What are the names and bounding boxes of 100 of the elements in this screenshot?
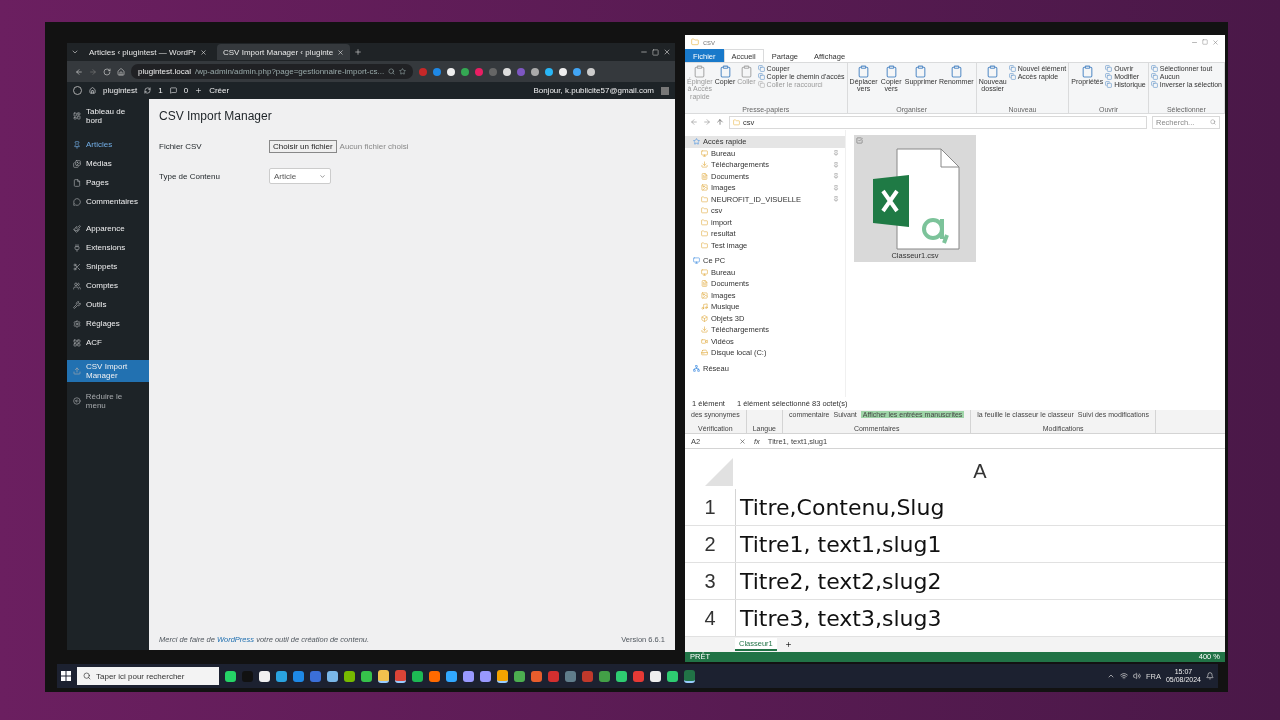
greeting-link[interactable]: Bonjour, k.publicite57@gmail.com <box>533 86 654 95</box>
menu-icon <box>73 319 81 328</box>
checkbox-icon[interactable] <box>856 137 863 144</box>
updates-icon <box>144 87 152 94</box>
close-icon[interactable] <box>337 48 345 56</box>
field-label: Type de Contenu <box>159 171 221 181</box>
pin-icon <box>833 173 839 180</box>
menu-item[interactable]: Apparence <box>67 219 149 238</box>
app-icon[interactable] <box>463 670 474 682</box>
choose-file-button[interactable]: Choisir un fichier <box>269 139 337 153</box>
menu-item[interactable]: Pages <box>67 173 149 192</box>
app-icon[interactable] <box>259 670 270 682</box>
comments-count[interactable]: 0 <box>183 86 189 95</box>
browser-tab[interactable]: Articles ‹ plugintest — WordPr <box>83 44 213 60</box>
menu-item[interactable]: Extensions <box>67 238 149 257</box>
menu-item[interactable]: Réglages <box>67 314 149 333</box>
search-field[interactable]: Taper ici pour rechercher <box>77 667 219 685</box>
menu-item[interactable]: ACF <box>67 333 149 352</box>
menu-item[interactable]: Snippets <box>67 257 149 276</box>
app-icon[interactable] <box>616 670 627 682</box>
menu-icon <box>73 140 81 149</box>
column-header[interactable]: A <box>735 459 1225 483</box>
up-icon[interactable] <box>716 118 724 126</box>
notification-icon[interactable] <box>1206 672 1214 680</box>
search-icon <box>1210 119 1216 125</box>
menu-item[interactable]: Commentaires <box>67 192 149 211</box>
app-icon[interactable] <box>446 670 457 682</box>
menu-item[interactable]: CSV Import Manager <box>67 360 149 382</box>
menu-icon <box>73 224 81 233</box>
network-icon <box>693 364 700 372</box>
collapse-menu-button[interactable]: Réduire le menu <box>67 390 149 412</box>
menu-icon <box>73 367 81 375</box>
clipboard-icon <box>739 65 753 78</box>
row-header[interactable]: 1 <box>685 495 735 519</box>
app-icon[interactable] <box>650 670 661 682</box>
content-type-select[interactable]: Article <box>269 168 331 184</box>
maximize-icon[interactable] <box>652 48 659 56</box>
menu-icon <box>73 281 81 290</box>
avatar-icon[interactable] <box>661 86 669 95</box>
clipboard-icon <box>949 65 963 78</box>
file-status: Aucun fichier choisi <box>339 141 409 151</box>
browser-tab[interactable]: CSV Import Manager ‹ pluginte <box>217 44 351 60</box>
pin-icon <box>833 196 839 203</box>
field-label: Fichier CSV <box>159 141 203 151</box>
home-icon <box>89 87 96 94</box>
volume-icon[interactable] <box>1132 672 1141 680</box>
menu-icon <box>73 338 81 347</box>
add-sheet-icon[interactable] <box>784 640 792 648</box>
app-icon[interactable] <box>327 670 338 682</box>
app-icon[interactable] <box>276 670 287 682</box>
comments-icon <box>169 87 177 94</box>
row-header[interactable]: 4 <box>685 606 735 630</box>
chevron-icon <box>319 172 326 180</box>
menu-item[interactable]: Médias <box>67 154 149 173</box>
table-cell: Titre2, text2,slug2 <box>735 563 1225 600</box>
table-cell: Titre1, text1,slug1 <box>735 526 1225 563</box>
back-icon[interactable] <box>75 67 83 76</box>
clipboard-icon <box>914 65 928 78</box>
plus-icon <box>195 87 203 94</box>
home-icon[interactable] <box>117 67 125 76</box>
app-icon[interactable] <box>395 669 406 683</box>
chevron-icon[interactable] <box>1106 672 1115 680</box>
menu-icon <box>73 300 81 309</box>
app-icon[interactable] <box>480 670 491 682</box>
app-icon[interactable] <box>344 670 355 682</box>
star-icon <box>693 138 700 146</box>
app-icon[interactable] <box>667 670 678 682</box>
clipboard-icon <box>857 65 871 78</box>
wifi-icon[interactable] <box>1119 672 1128 680</box>
app-icon[interactable] <box>225 670 236 682</box>
star-icon[interactable] <box>399 68 407 75</box>
menu-item[interactable]: Comptes <box>67 276 149 295</box>
menu-icon <box>73 112 81 120</box>
cancel-icon[interactable] <box>739 437 746 445</box>
address-field[interactable]: plugintest.local /wp-admin/admin.php?page=gestionnaire-import-cs... <box>131 64 414 79</box>
app-icon[interactable] <box>412 670 423 682</box>
search-icon <box>388 68 396 75</box>
updates-count[interactable]: 1 <box>158 86 163 95</box>
row-header[interactable]: 2 <box>685 532 735 556</box>
row-header[interactable]: 3 <box>685 569 735 593</box>
app-icon[interactable] <box>361 670 372 682</box>
pin-icon <box>833 161 839 168</box>
close-icon[interactable] <box>663 48 671 56</box>
menu-item[interactable]: Tableau de bord <box>67 105 149 127</box>
app-icon[interactable] <box>514 670 525 682</box>
menu-item[interactable]: Outils <box>67 295 149 314</box>
window-title: csv <box>703 37 715 47</box>
app-icon[interactable] <box>497 669 508 683</box>
site-link[interactable]: plugintest <box>103 86 138 95</box>
reload-icon[interactable] <box>103 67 111 76</box>
app-icon[interactable] <box>378 669 389 683</box>
new-link[interactable]: Créer <box>209 86 230 95</box>
app-icon[interactable] <box>684 669 695 683</box>
computer-icon <box>693 257 700 265</box>
windows-logo-icon[interactable] <box>61 671 71 681</box>
menu-item[interactable]: Articles <box>67 135 149 154</box>
tab-list-icon[interactable] <box>71 48 79 56</box>
new-tab-icon[interactable] <box>354 48 363 56</box>
wordpress-logo-icon[interactable] <box>73 86 82 95</box>
menu-icon <box>73 243 81 252</box>
